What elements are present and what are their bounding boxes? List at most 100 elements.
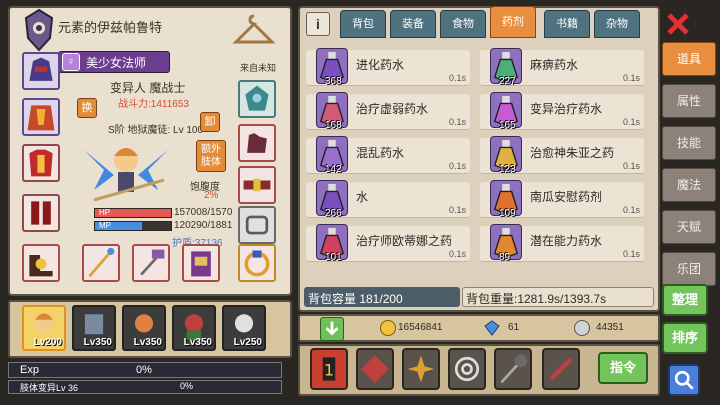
inventory-tab[interactable]: 杂物 [594, 10, 640, 38]
info-icon[interactable]: i [306, 12, 330, 36]
inventory-item[interactable]: 368 进化药水 0.1s [306, 48, 470, 87]
potion-icon: 142 [316, 136, 348, 175]
inventory-item[interactable]: 109 南瓜安慰药剂 0.1s [480, 180, 644, 219]
inventory-item[interactable]: 266 水 0.1s [306, 180, 470, 219]
skill-slot-6[interactable] [542, 348, 580, 390]
inventory-tab[interactable]: 食物 [440, 10, 486, 38]
item-weight: 0.1s [448, 161, 466, 171]
skill-slot-2[interactable] [356, 348, 394, 390]
equip-slot-head[interactable] [22, 52, 60, 90]
inventory-tab[interactable]: 背包 [340, 10, 386, 38]
extra-body-button[interactable]: 额外肢体 [196, 140, 226, 172]
inventory-item[interactable]: 165 变异治疗药水 0.1s [480, 92, 644, 131]
potion-icon: 266 [316, 180, 348, 219]
slash-icon [549, 357, 573, 381]
belt-icon [243, 178, 271, 192]
shuriken-icon [407, 355, 435, 383]
side-nav-item[interactable]: 天赋 [662, 210, 716, 244]
unequip-button[interactable]: 卸 [200, 112, 220, 132]
inventory-item[interactable]: 142 混乱药水 0.1s [306, 136, 470, 175]
mace-icon [500, 354, 528, 384]
close-icon[interactable] [664, 10, 692, 38]
side-nav-item[interactable]: 魔法 [662, 168, 716, 202]
staff-icon [88, 247, 115, 278]
skill-slot-1[interactable]: 1 [310, 348, 348, 390]
item-count: 101 [325, 252, 342, 263]
party-member-5[interactable]: Lv250 [222, 305, 266, 351]
party-member-3[interactable]: Lv350 [122, 305, 166, 351]
item-count: 168 [325, 120, 342, 131]
inventory-item[interactable]: 123 治愈神朱亚之药 0.1s [480, 136, 644, 175]
gem-icon [484, 320, 500, 336]
item-count: 266 [325, 208, 342, 219]
item-count: 89 [499, 252, 511, 263]
hanger-icon[interactable] [232, 12, 276, 48]
swap-button[interactable]: 换 [77, 98, 97, 118]
equip-slot-ring[interactable] [238, 244, 276, 282]
equip-slot-gloves[interactable] [238, 124, 276, 162]
title-badge-icon [22, 8, 56, 52]
amulet-icon [245, 85, 269, 111]
equip-slot-accessory[interactable] [238, 206, 276, 244]
skill-slot-5[interactable] [494, 348, 532, 390]
equip-slot-boots[interactable] [22, 244, 60, 282]
number-one-icon: 1 [322, 357, 336, 381]
party-member-4[interactable]: Lv350 [172, 305, 216, 351]
cape-icon [27, 105, 55, 131]
inventory-item[interactable]: 168 治疗虚弱药水 0.1s [306, 92, 470, 131]
equip-slot-legs[interactable] [22, 194, 60, 232]
equip-slot-cape[interactable] [22, 98, 60, 136]
armor-icon [29, 149, 53, 177]
inventory-item[interactable]: 89 潜在能力药水 0.1s [480, 224, 644, 263]
potion-icon: 109 [490, 180, 522, 219]
exp-label: Exp [20, 364, 39, 376]
silver-amount: 44351 [596, 322, 624, 333]
skill-slot-3[interactable] [402, 348, 440, 390]
side-nav-item[interactable]: 技能 [662, 126, 716, 160]
sort-button[interactable]: 整理 [662, 284, 708, 316]
side-nav-item[interactable]: 乐团 [662, 252, 716, 286]
party-level: Lv200 [33, 337, 62, 348]
equip-slot-weapon[interactable] [82, 244, 120, 282]
dice-icon [361, 355, 389, 383]
exp-value: 0% [136, 364, 152, 376]
equip-slot-offhand[interactable] [132, 244, 170, 282]
item-weight: 0.1s [622, 249, 640, 259]
inventory-tab[interactable]: 药剂 [490, 6, 536, 38]
gold-coin-icon [380, 320, 396, 336]
svg-text:1: 1 [324, 360, 334, 379]
origin-text: 来自未知 [240, 63, 277, 73]
potion-icon: 165 [490, 92, 522, 131]
search-icon [674, 370, 694, 390]
item-weight: 0.1s [622, 117, 640, 127]
item-count: 123 [499, 164, 516, 175]
side-nav-item[interactable]: 属性 [662, 84, 716, 118]
boots-icon [29, 254, 53, 277]
satiety-value: 2% [204, 190, 219, 201]
mp-value: 120290/1881 [174, 220, 233, 231]
item-name: 治疗师欧蒂娜之药 [356, 234, 453, 248]
item-weight: 0.1s [622, 161, 640, 171]
equip-slot-armor[interactable] [22, 144, 60, 182]
mp-bar: MP [94, 221, 172, 231]
equip-slot-belt[interactable] [238, 166, 276, 204]
skill-slot-4[interactable] [448, 348, 486, 390]
potion-icon: 101 [316, 224, 348, 263]
side-nav-item[interactable]: 道具 [662, 42, 716, 76]
item-count: 109 [499, 208, 516, 219]
body-mutation-label: 肢体变异Lv 36 [20, 383, 79, 393]
search-button[interactable] [668, 364, 700, 396]
inventory-tab[interactable]: 书籍 [544, 10, 590, 38]
deposit-button[interactable] [320, 317, 344, 341]
inventory-item[interactable]: 227 麻痹药水 0.1s [480, 48, 644, 87]
order-button[interactable]: 排序 [662, 322, 708, 354]
item-count: 142 [325, 164, 342, 175]
equip-slot-tome[interactable] [182, 244, 220, 282]
inventory-item[interactable]: 101 治疗师欧蒂娜之药 0.1s [306, 224, 470, 263]
bracelet-icon [245, 215, 269, 235]
command-button[interactable]: 指令 [598, 352, 648, 384]
equip-slot-amulet[interactable] [238, 80, 276, 118]
party-member-1[interactable]: Lv200 [22, 305, 66, 351]
party-member-2[interactable]: Lv350 [72, 305, 116, 351]
inventory-tab[interactable]: 装备 [390, 10, 436, 38]
